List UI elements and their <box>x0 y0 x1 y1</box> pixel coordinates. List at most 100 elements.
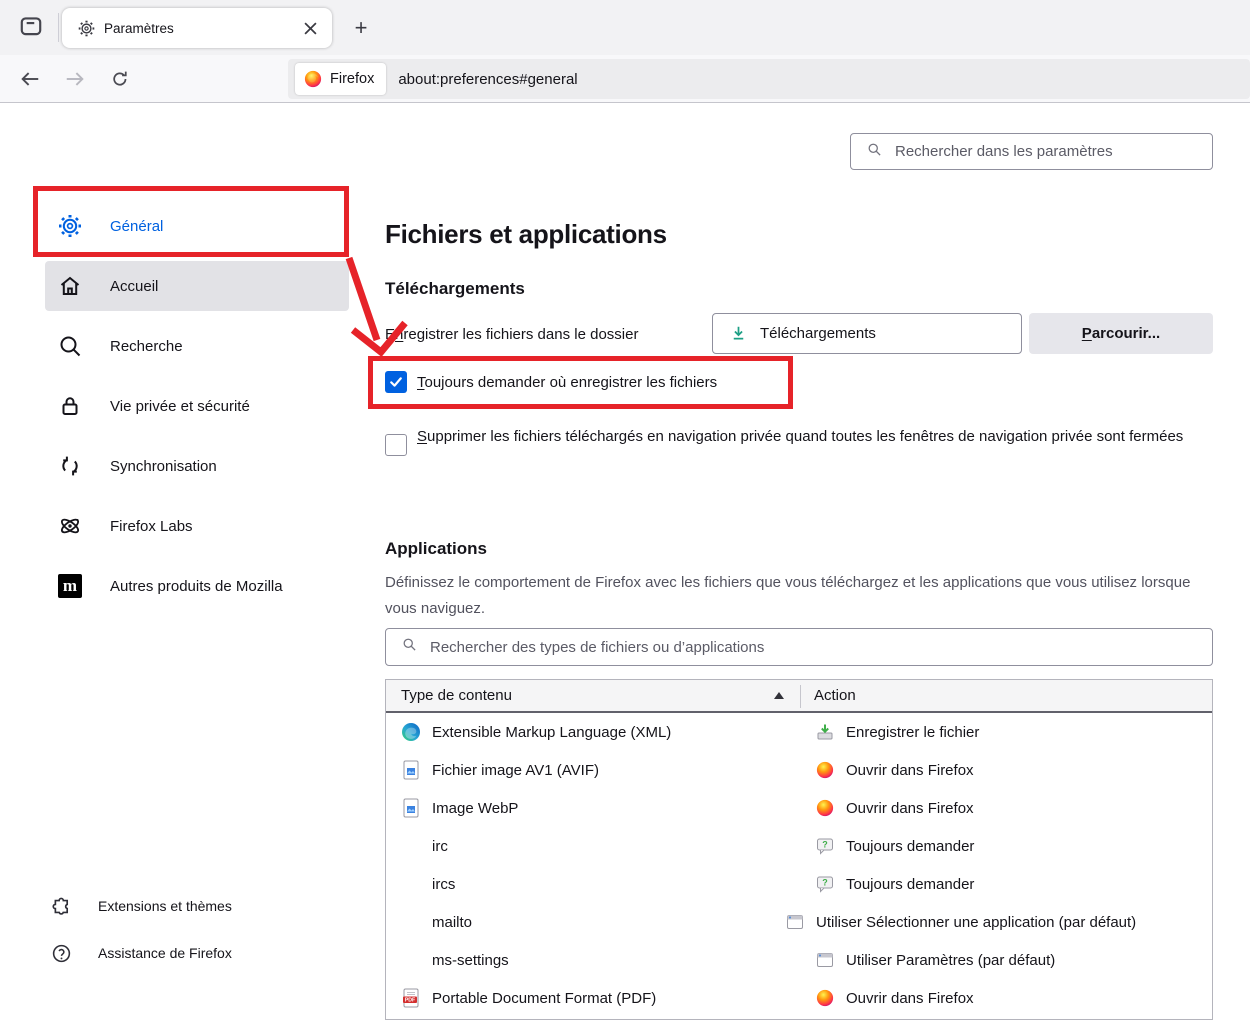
home-icon <box>58 274 82 298</box>
always-ask-label[interactable]: Toujours demander où enregistrer les fic… <box>417 374 717 391</box>
sort-ascending-icon <box>774 692 784 699</box>
column-header-type[interactable]: Type de contenu <box>401 687 512 704</box>
pdf-file-icon: PDF <box>401 988 421 1008</box>
settings-search-input[interactable] <box>851 134 1212 169</box>
save-files-label: Enregistrer les fichiers dans le dossier <box>385 326 638 343</box>
delete-private-label[interactable]: Supprimer les fichiers téléchargés en na… <box>417 424 1217 449</box>
firefox-view-button[interactable] <box>12 13 50 43</box>
firefox-icon <box>816 799 834 817</box>
mozilla-icon: m <box>58 574 82 598</box>
applications-description: Définissez le comportement de Firefox av… <box>385 570 1220 622</box>
content-type-label: Portable Document Format (PDF) <box>432 990 656 1007</box>
action-dropdown[interactable]: Utiliser Sélectionner une application (p… <box>786 903 1136 941</box>
action-label: Toujours demander <box>846 838 974 855</box>
forward-button[interactable] <box>59 64 91 94</box>
table-row[interactable]: Fichier image AV1 (AVIF) Ouvrir dans Fir… <box>386 751 1212 789</box>
image-file-icon <box>401 760 421 780</box>
table-row[interactable]: irc ? Toujours demander <box>386 827 1212 865</box>
settings-search-field <box>850 133 1213 170</box>
download-icon <box>729 324 748 343</box>
sidebar-item-vie-privee[interactable]: Vie privée et sécurité <box>45 381 349 431</box>
sync-icon <box>58 454 82 478</box>
firefox-view-icon <box>18 13 44 44</box>
firefox-icon <box>816 761 834 779</box>
gear-icon <box>58 214 82 238</box>
application-window-icon <box>786 913 804 931</box>
sidebar-footer-label: Assistance de Firefox <box>98 945 232 961</box>
image-file-icon <box>401 798 421 818</box>
applications-heading: Applications <box>385 539 487 559</box>
tab-bar: Paramètres + <box>0 0 1250 55</box>
table-row[interactable]: ircs ? Toujours demander <box>386 865 1212 903</box>
action-dropdown[interactable]: ? Toujours demander <box>816 865 974 903</box>
action-dropdown[interactable]: Ouvrir dans Firefox <box>816 789 974 827</box>
download-folder-field[interactable]: Téléchargements <box>712 313 1022 354</box>
reload-button[interactable] <box>104 64 136 94</box>
content-type-label: ms-settings <box>432 952 509 969</box>
action-label: Ouvrir dans Firefox <box>846 990 974 1007</box>
column-header-action[interactable]: Action <box>814 687 856 704</box>
sidebar-item-label: Général <box>110 218 163 235</box>
sidebar-item-firefox-labs[interactable]: Firefox Labs <box>45 501 349 551</box>
content-type-label: Fichier image AV1 (AVIF) <box>432 762 599 779</box>
tab-title: Paramètres <box>104 21 298 36</box>
sidebar-item-label: Synchronisation <box>110 458 217 475</box>
sidebar-item-recherche[interactable]: Recherche <box>45 321 349 371</box>
tab-separator <box>58 13 59 42</box>
search-icon <box>402 637 417 657</box>
delete-private-checkbox[interactable] <box>385 434 407 456</box>
settings-gear-icon <box>78 20 95 37</box>
content-type-label: mailto <box>432 914 472 931</box>
sidebar-item-label: Accueil <box>110 278 158 295</box>
page-title: Fichiers et applications <box>385 219 667 250</box>
always-ask-icon: ? <box>816 837 834 855</box>
search-icon <box>58 334 82 358</box>
plus-icon: + <box>355 15 368 41</box>
site-chip-label: Firefox <box>330 71 374 87</box>
sidebar-item-autres-produits[interactable]: m Autres produits de Mozilla <box>45 561 349 611</box>
action-dropdown[interactable]: Enregistrer le fichier <box>816 713 979 751</box>
sidebar-item-accueil[interactable]: Accueil <box>45 261 349 311</box>
always-ask-icon: ? <box>816 875 834 893</box>
atom-icon <box>58 514 82 538</box>
browse-button[interactable]: Parcourir... <box>1029 313 1213 354</box>
puzzle-icon <box>50 895 72 917</box>
applications-table: Type de contenu Action Extensible Markup… <box>385 679 1213 1020</box>
url-bar[interactable]: Firefox about:preferences#general <box>288 59 1250 99</box>
sidebar-item-extensions[interactable]: Extensions et thèmes <box>50 889 232 923</box>
sidebar-item-general[interactable]: Général <box>45 201 349 251</box>
tab-close-button[interactable] <box>298 16 322 40</box>
action-label: Ouvrir dans Firefox <box>846 762 974 779</box>
action-dropdown[interactable]: Ouvrir dans Firefox <box>816 751 974 789</box>
search-icon <box>867 142 882 162</box>
back-button[interactable] <box>14 64 46 94</box>
action-label: Utiliser Paramètres (par défaut) <box>846 952 1055 969</box>
save-file-icon <box>816 723 834 741</box>
column-divider <box>800 685 801 708</box>
table-row[interactable]: Extensible Markup Language (XML) Enregis… <box>386 713 1212 751</box>
sidebar-item-label: Firefox Labs <box>110 518 193 535</box>
applications-search-input[interactable] <box>386 629 1212 665</box>
table-row[interactable]: PDF Portable Document Format (PDF) Ouvri… <box>386 979 1212 1017</box>
table-header: Type de contenu Action <box>386 680 1212 713</box>
new-tab-button[interactable]: + <box>346 13 376 43</box>
lock-icon <box>58 394 82 418</box>
sidebar-item-synchronisation[interactable]: Synchronisation <box>45 441 349 491</box>
checkmark-icon <box>388 374 404 390</box>
firefox-icon <box>816 989 834 1007</box>
site-identity-chip[interactable]: Firefox <box>295 63 386 95</box>
firefox-settings-window: Paramètres + Firefox about:pref <box>0 0 1250 1020</box>
action-dropdown[interactable]: ? Toujours demander <box>816 827 974 865</box>
sidebar-item-assistance[interactable]: Assistance de Firefox <box>50 936 232 970</box>
always-ask-checkbox[interactable] <box>385 371 407 393</box>
download-folder-value: Téléchargements <box>760 325 876 342</box>
svg-text:PDF: PDF <box>405 998 415 1004</box>
content-type-label: ircs <box>432 876 455 893</box>
table-row[interactable]: mailto Utiliser Sélectionner une applica… <box>386 903 1212 941</box>
table-row[interactable]: Image WebP Ouvrir dans Firefox <box>386 789 1212 827</box>
downloads-heading: Téléchargements <box>385 279 525 299</box>
table-row[interactable]: ms-settings Utiliser Paramètres (par déf… <box>386 941 1212 979</box>
action-dropdown[interactable]: Ouvrir dans Firefox <box>816 979 974 1017</box>
tab-parametres[interactable]: Paramètres <box>62 8 332 48</box>
action-dropdown[interactable]: Utiliser Paramètres (par défaut) <box>816 941 1055 979</box>
